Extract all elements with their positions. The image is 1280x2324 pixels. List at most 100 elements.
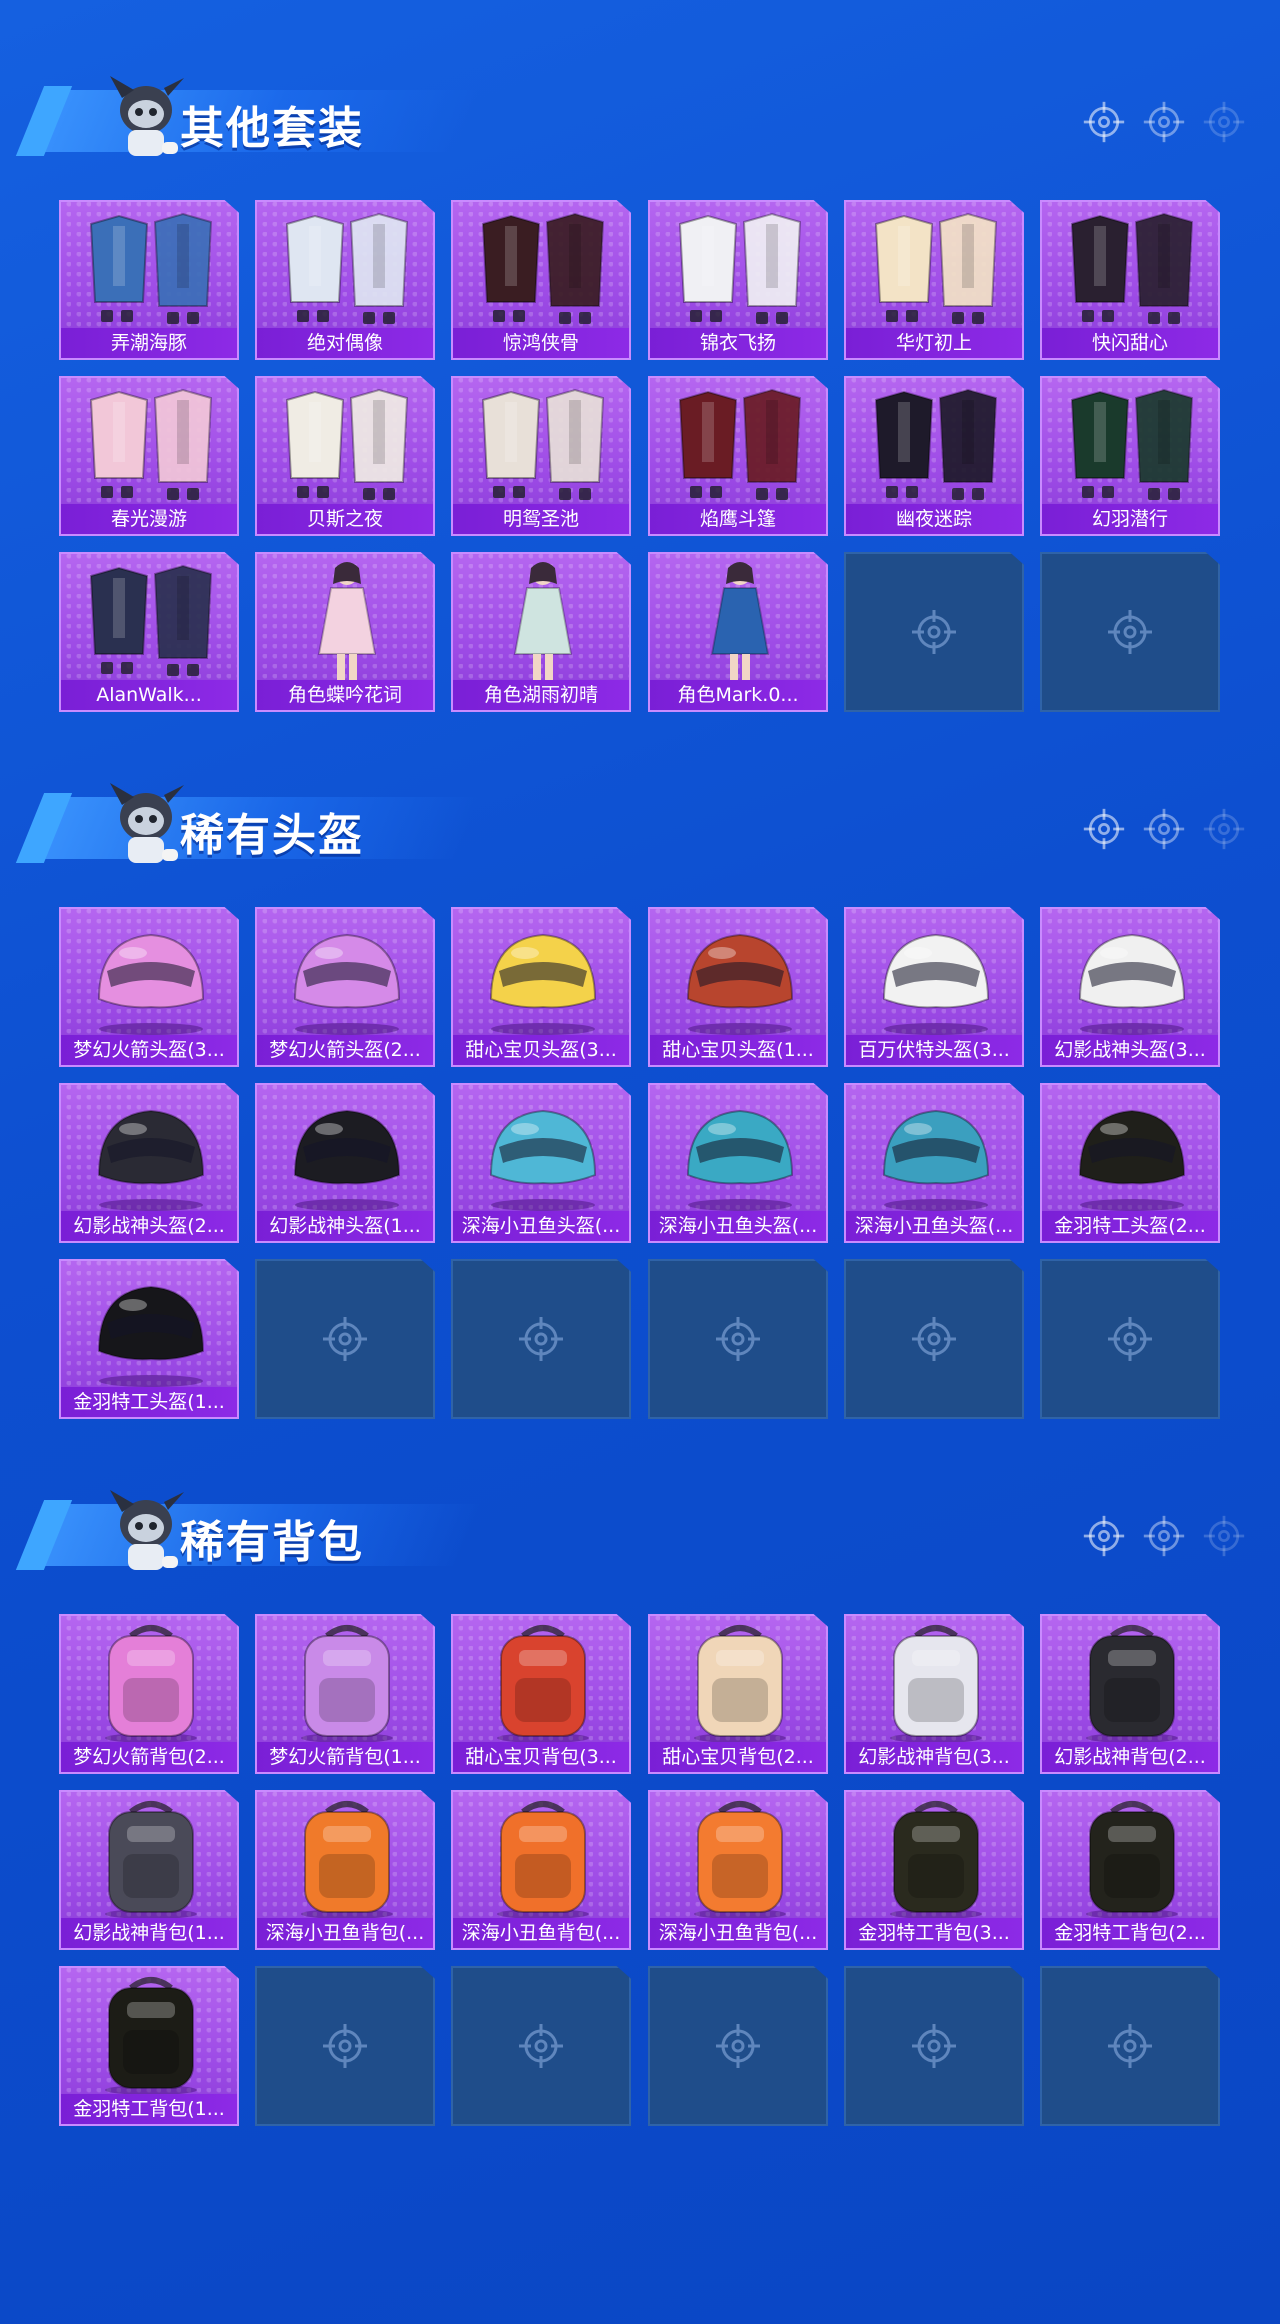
item-card[interactable]: 幻影战神头盔(2... xyxy=(59,1083,239,1243)
item-card[interactable]: 锦衣飞扬 xyxy=(648,200,828,360)
backpack-thumbnail xyxy=(61,1968,237,2096)
backpack-thumbnail xyxy=(846,1616,1022,1744)
section-2: 稀有背包梦幻火箭背包(2... 梦幻火箭背包(1... 甜心宝贝背包(3... 甜心宝… xyxy=(0,1414,1280,2126)
item-label: 幻影战神背包(1... xyxy=(61,1918,237,1948)
empty-slot xyxy=(1040,1966,1220,2126)
header-decoration xyxy=(1082,1514,1252,1560)
character-thumbnail xyxy=(453,554,629,682)
item-label: 金羽特工头盔(1... xyxy=(61,1387,237,1417)
item-card[interactable]: 甜心宝贝背包(2... xyxy=(648,1614,828,1774)
section-title: 稀有头盔 xyxy=(180,810,364,861)
item-card[interactable]: 梦幻火箭头盔(2... xyxy=(255,907,435,1067)
helmet-thumbnail xyxy=(453,1085,629,1213)
item-card[interactable]: 贝斯之夜 xyxy=(255,376,435,536)
item-card[interactable]: 百万伏特头盔(3... xyxy=(844,907,1024,1067)
helmet-thumbnail xyxy=(453,909,629,1037)
item-card[interactable]: 金羽特工头盔(2... xyxy=(1040,1083,1220,1243)
helmet-thumbnail xyxy=(61,1261,237,1389)
helmet-thumbnail xyxy=(61,1085,237,1213)
item-label: 金羽特工背包(2... xyxy=(1042,1918,1218,1948)
item-card[interactable]: 梦幻火箭背包(2... xyxy=(59,1614,239,1774)
helmet-thumbnail xyxy=(846,1085,1022,1213)
outfit-thumbnail xyxy=(650,378,826,506)
section-header: 稀有头盔 xyxy=(15,765,481,873)
item-label: 华灯初上 xyxy=(846,328,1022,358)
item-card[interactable]: 深海小丑鱼背包(... xyxy=(451,1790,631,1950)
item-card[interactable]: 幻羽潜行 xyxy=(1040,376,1220,536)
item-card[interactable]: 深海小丑鱼头盔(... xyxy=(451,1083,631,1243)
crosshair-icon xyxy=(910,2022,958,2070)
item-card[interactable]: 深海小丑鱼头盔(... xyxy=(844,1083,1024,1243)
section-header: 稀有背包 xyxy=(15,1472,481,1580)
item-card[interactable]: 幻影战神头盔(1... xyxy=(255,1083,435,1243)
item-label: 深海小丑鱼头盔(... xyxy=(846,1211,1022,1241)
item-label: 角色蝶吟花词 xyxy=(257,680,433,710)
item-card[interactable]: 快闪甜心 xyxy=(1040,200,1220,360)
empty-slot xyxy=(255,1966,435,2126)
outfit-thumbnail xyxy=(453,378,629,506)
item-label: 锦衣飞扬 xyxy=(650,328,826,358)
helmet-thumbnail xyxy=(257,1085,433,1213)
backpack-thumbnail xyxy=(453,1792,629,1920)
item-card[interactable]: AlanWalk... xyxy=(59,552,239,712)
item-card[interactable]: 幻影战神背包(3... xyxy=(844,1614,1024,1774)
outfit-thumbnail xyxy=(1042,202,1218,330)
item-card[interactable]: 深海小丑鱼背包(... xyxy=(255,1790,435,1950)
item-card[interactable]: 惊鸿侠骨 xyxy=(451,200,631,360)
helmet-thumbnail xyxy=(257,909,433,1037)
item-label: 幻影战神头盔(1... xyxy=(257,1211,433,1241)
empty-slot xyxy=(451,1259,631,1419)
item-label: 梦幻火箭头盔(3... xyxy=(61,1035,237,1065)
item-card[interactable]: 角色蝶吟花词 xyxy=(255,552,435,712)
item-card[interactable]: 绝对偶像 xyxy=(255,200,435,360)
item-label: 深海小丑鱼头盔(... xyxy=(650,1211,826,1241)
item-card[interactable]: 幻影战神头盔(3... xyxy=(1040,907,1220,1067)
item-card[interactable]: 甜心宝贝背包(3... xyxy=(451,1614,631,1774)
character-thumbnail xyxy=(257,554,433,682)
item-card[interactable]: 甜心宝贝头盔(3... xyxy=(451,907,631,1067)
item-card[interactable]: 梦幻火箭背包(1... xyxy=(255,1614,435,1774)
item-card[interactable]: 甜心宝贝头盔(1... xyxy=(648,907,828,1067)
empty-slot xyxy=(844,552,1024,712)
item-card[interactable]: 焰鹰斗篷 xyxy=(648,376,828,536)
item-label: 金羽特工背包(1... xyxy=(61,2094,237,2124)
section-0: 其他套装 弄潮海豚 绝对偶像 惊鸿侠骨 锦衣飞扬 华灯初上 快闪甜心 春光漫游 贝斯之夜 明鸳圣池… xyxy=(0,0,1280,712)
item-card[interactable]: 弄潮海豚 xyxy=(59,200,239,360)
item-card[interactable]: 金羽特工头盔(1... xyxy=(59,1259,239,1419)
empty-slot xyxy=(451,1966,631,2126)
crosshair-icon xyxy=(910,608,958,656)
item-card[interactable]: 角色Mark.0... xyxy=(648,552,828,712)
backpack-thumbnail xyxy=(1042,1792,1218,1920)
item-label: 梦幻火箭背包(1... xyxy=(257,1742,433,1772)
backpack-thumbnail xyxy=(257,1792,433,1920)
helmet-thumbnail xyxy=(650,1085,826,1213)
item-card[interactable]: 深海小丑鱼背包(... xyxy=(648,1790,828,1950)
item-card[interactable]: 金羽特工背包(2... xyxy=(1040,1790,1220,1950)
item-card[interactable]: 幻影战神背包(1... xyxy=(59,1790,239,1950)
helmet-thumbnail xyxy=(846,909,1022,1037)
empty-slot xyxy=(844,1259,1024,1419)
item-card[interactable]: 幻影战神背包(2... xyxy=(1040,1614,1220,1774)
section-1: 稀有头盔梦幻火箭头盔(3... 梦幻火箭头盔(2... 甜心宝贝头盔(3... 甜心宝… xyxy=(0,707,1280,1419)
empty-slot xyxy=(648,1259,828,1419)
outfit-thumbnail xyxy=(257,378,433,506)
item-card[interactable]: 明鸳圣池 xyxy=(451,376,631,536)
item-card[interactable]: 梦幻火箭头盔(3... xyxy=(59,907,239,1067)
crosshair-icon xyxy=(1106,2022,1154,2070)
item-card[interactable]: 角色湖雨初晴 xyxy=(451,552,631,712)
item-card[interactable]: 华灯初上 xyxy=(844,200,1024,360)
item-label: 贝斯之夜 xyxy=(257,504,433,534)
item-card[interactable]: 金羽特工背包(3... xyxy=(844,1790,1024,1950)
item-label: 焰鹰斗篷 xyxy=(650,504,826,534)
item-label: 深海小丑鱼背包(... xyxy=(453,1918,629,1948)
crosshair-icon xyxy=(517,2022,565,2070)
empty-slot xyxy=(255,1259,435,1419)
item-label: 梦幻火箭头盔(2... xyxy=(257,1035,433,1065)
item-card[interactable]: 幽夜迷踪 xyxy=(844,376,1024,536)
outfit-thumbnail xyxy=(846,378,1022,506)
item-card[interactable]: 深海小丑鱼头盔(... xyxy=(648,1083,828,1243)
backpack-thumbnail xyxy=(257,1616,433,1744)
crosshair-icon xyxy=(1142,1514,1186,1558)
item-card[interactable]: 春光漫游 xyxy=(59,376,239,536)
item-card[interactable]: 金羽特工背包(1... xyxy=(59,1966,239,2126)
